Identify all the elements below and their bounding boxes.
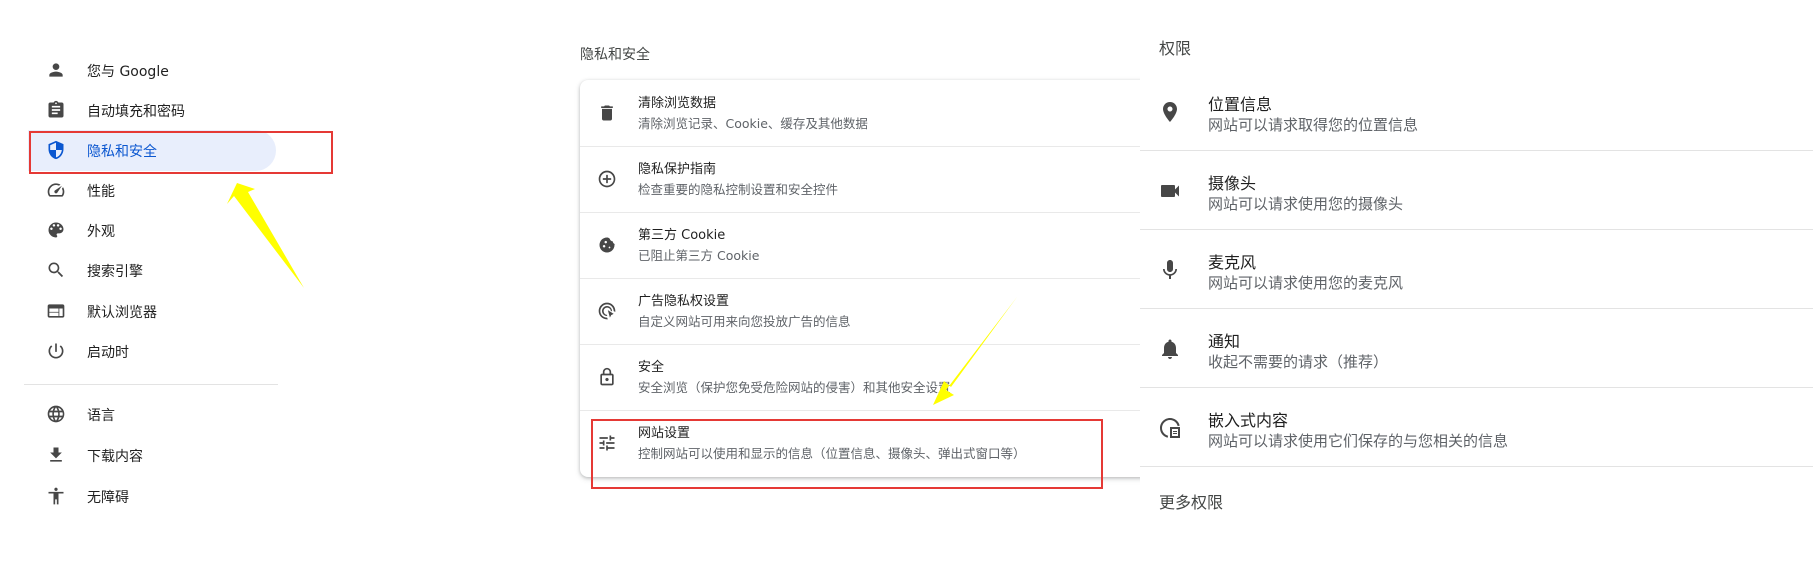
perm-title: 通知 [1208, 332, 1241, 351]
privacy-card: 清除浏览数据 清除浏览记录、Cookie、缓存及其他数据 隐私保护指南 检查重要… [580, 80, 1140, 477]
perm-title: 摄像头 [1208, 174, 1257, 193]
permissions-heading: 权限 [1159, 39, 1192, 58]
ad-privacy-icon [597, 301, 617, 321]
sidebar-item-search-engine[interactable]: 搜索引擎 [28, 250, 276, 291]
row-description: 清除浏览记录、Cookie、缓存及其他数据 [638, 116, 868, 131]
microphone-icon [1158, 258, 1182, 282]
clipboard-icon [46, 100, 66, 120]
compass-icon [597, 169, 617, 189]
row-title: 隐私保护指南 [638, 162, 717, 177]
speedometer-icon [46, 180, 66, 200]
perm-title: 麦克风 [1208, 253, 1257, 272]
sidebar-item-label: 外观 [87, 223, 115, 240]
row-title: 第三方 Cookie [638, 228, 726, 243]
row-description: 已阻止第三方 Cookie [638, 248, 760, 263]
perm-row-notifications[interactable]: 通知 收起不需要的请求（推荐） [1140, 309, 1813, 388]
row-description: 安全浏览（保护您免受危险网站的侵害）和其他安全设置 [638, 380, 951, 395]
sidebar-item-accessibility[interactable]: 无障碍 [28, 476, 276, 517]
sidebar-item-label: 下载内容 [87, 448, 143, 465]
row-third-party-cookies[interactable]: 第三方 Cookie 已阻止第三方 Cookie [580, 212, 1140, 278]
settings-sidebar: 您与 Google 自动填充和密码 隐私和安全 性能 外观 搜索引擎 默认浏览器… [0, 0, 560, 567]
bell-icon [1158, 337, 1182, 361]
perm-row-location[interactable]: 位置信息 网站可以请求取得您的位置信息 [1140, 72, 1813, 151]
download-icon [46, 445, 66, 465]
section-title: 隐私和安全 [580, 47, 650, 63]
perm-description: 网站可以请求使用它们保存的与您相关的信息 [1208, 432, 1509, 450]
perm-description: 网站可以请求使用您的摄像头 [1208, 195, 1404, 213]
row-separator [580, 212, 1140, 213]
sidebar-item-downloads[interactable]: 下载内容 [28, 435, 276, 476]
search-icon [46, 260, 66, 280]
sidebar-item-label: 启动时 [87, 344, 129, 361]
sidebar-item-label: 隐私和安全 [87, 143, 157, 160]
row-ad-privacy[interactable]: 广告隐私权设置 自定义网站可用来向您投放广告的信息 [580, 278, 1140, 344]
video-camera-icon [1158, 179, 1182, 203]
sidebar-item-appearance[interactable]: 外观 [28, 210, 276, 251]
tune-icon [597, 433, 617, 453]
row-title: 广告隐私权设置 [638, 294, 730, 309]
row-title: 清除浏览数据 [638, 96, 717, 111]
row-security[interactable]: 安全 安全浏览（保护您免受危险网站的侵害）和其他安全设置 [580, 344, 1140, 410]
sidebar-item-languages[interactable]: 语言 [28, 394, 276, 435]
shield-icon [46, 140, 66, 160]
browser-icon [46, 301, 66, 321]
permissions-panel: 权限 位置信息 网站可以请求取得您的位置信息 摄像头 网站可以请求使用您的摄像头… [1140, 0, 1813, 567]
sidebar-item-on-startup[interactable]: 启动时 [28, 331, 276, 372]
sidebar-item-privacy-and-security[interactable]: 隐私和安全 [28, 130, 276, 171]
sidebar-item-performance[interactable]: 性能 [28, 170, 276, 211]
perm-row-camera[interactable]: 摄像头 网站可以请求使用您的摄像头 [1140, 151, 1813, 230]
row-description: 自定义网站可用来向您投放广告的信息 [638, 314, 851, 329]
row-clear-browsing-data[interactable]: 清除浏览数据 清除浏览记录、Cookie、缓存及其他数据 [580, 80, 1140, 146]
perm-description: 网站可以请求取得您的位置信息 [1208, 116, 1419, 134]
sidebar-item-label: 您与 Google [87, 63, 169, 80]
privacy-section: 隐私和安全 清除浏览数据 清除浏览记录、Cookie、缓存及其他数据 隐私保护指… [560, 0, 1140, 567]
sidebar-item-label: 性能 [87, 183, 115, 200]
embedded-content-icon [1158, 416, 1182, 440]
sidebar-item-label: 语言 [87, 407, 115, 424]
trash-icon [597, 103, 617, 123]
row-separator [1140, 466, 1813, 467]
row-title: 安全 [638, 360, 665, 375]
perm-title: 位置信息 [1208, 95, 1273, 114]
row-separator [580, 344, 1140, 345]
sidebar-item-label: 默认浏览器 [87, 304, 157, 321]
lock-icon [597, 367, 617, 387]
sidebar-item-default-browser[interactable]: 默认浏览器 [28, 291, 276, 332]
cookie-icon [597, 235, 617, 255]
sidebar-item-you-and-google[interactable]: 您与 Google [28, 50, 276, 91]
sidebar-item-autofill[interactable]: 自动填充和密码 [28, 90, 276, 131]
accessibility-icon [46, 486, 66, 506]
perm-description: 网站可以请求使用您的麦克风 [1208, 274, 1404, 292]
perm-row-embedded-content[interactable]: 嵌入式内容 网站可以请求使用它们保存的与您相关的信息 [1140, 388, 1813, 467]
sidebar-divider [24, 384, 278, 385]
row-description: 检查重要的隐私控制设置和安全控件 [638, 182, 839, 197]
perm-title: 嵌入式内容 [1208, 411, 1289, 430]
location-pin-icon [1158, 100, 1182, 124]
row-separator [580, 278, 1140, 279]
row-site-settings[interactable]: 网站设置 控制网站可以使用和显示的信息（位置信息、摄像头、弹出式窗口等） [580, 410, 1140, 476]
row-title: 网站设置 [638, 426, 691, 441]
perm-row-microphone[interactable]: 麦克风 网站可以请求使用您的麦克风 [1140, 230, 1813, 309]
person-icon [46, 60, 66, 80]
row-separator [580, 410, 1140, 411]
sidebar-item-label: 搜索引擎 [87, 263, 143, 280]
more-permissions-toggle[interactable]: 更多权限 [1159, 489, 1223, 513]
palette-icon [46, 220, 66, 240]
row-description: 控制网站可以使用和显示的信息（位置信息、摄像头、弹出式窗口等） [638, 446, 1026, 461]
sidebar-item-label: 自动填充和密码 [87, 103, 185, 120]
row-separator [580, 146, 1140, 147]
globe-icon [46, 404, 66, 424]
perm-description: 收起不需要的请求（推荐） [1208, 353, 1389, 371]
sidebar-item-label: 无障碍 [87, 489, 129, 506]
row-privacy-guide[interactable]: 隐私保护指南 检查重要的隐私控制设置和安全控件 [580, 146, 1140, 212]
power-icon [46, 341, 66, 361]
